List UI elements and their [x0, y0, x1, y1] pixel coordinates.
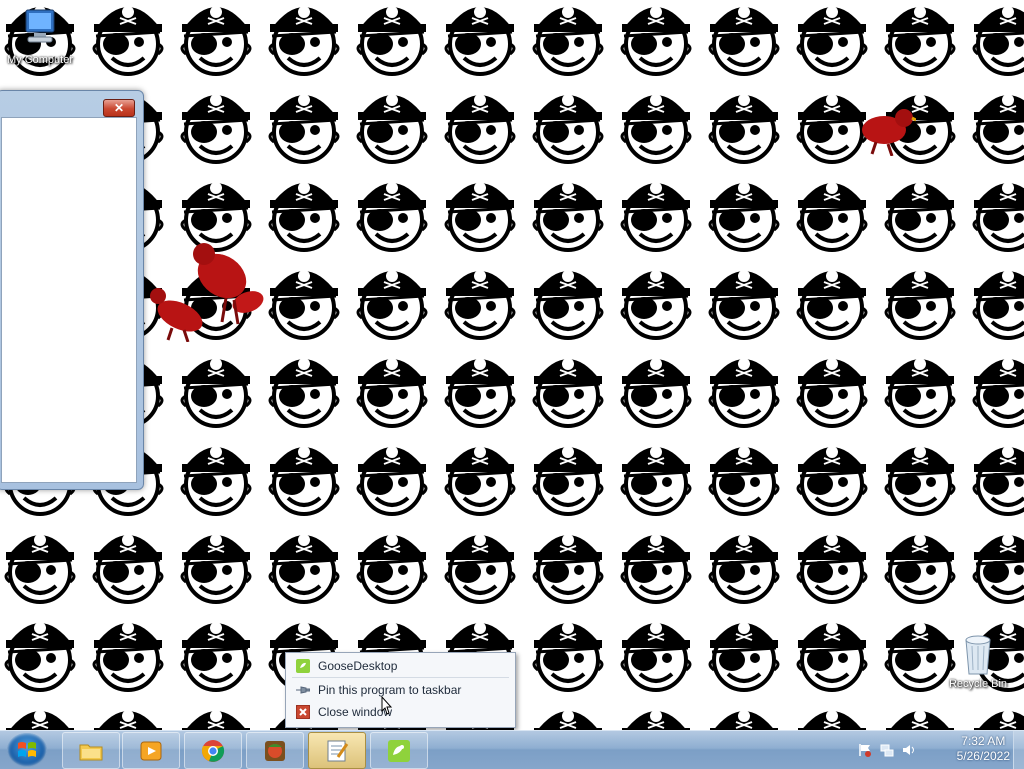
volume-icon[interactable] [902, 743, 916, 757]
jump-list-item-pin[interactable]: Pin this program to taskbar [292, 680, 507, 700]
desktop[interactable]: My Computer Recycle Bin ✕ GooseDesktop P… [0, 0, 1024, 730]
taskbar-button-media-player[interactable] [122, 732, 180, 769]
game-app-icon [263, 739, 287, 763]
clock-date: 5/26/2022 [956, 749, 1010, 763]
system-tray: 7:32 AM 5/26/2022 [854, 731, 1024, 769]
close-window-icon [295, 704, 311, 720]
taskbar-button-goose-desktop[interactable] [370, 732, 428, 769]
windows-start-orb-icon [17, 740, 37, 763]
goose-sprite[interactable] [858, 106, 917, 159]
taskbar-button-notepad[interactable] [308, 732, 366, 769]
notepad-app-icon [325, 739, 349, 763]
window-client-area[interactable] [1, 117, 137, 483]
start-button[interactable] [7, 733, 47, 767]
app-window[interactable]: ✕ [0, 90, 144, 490]
jump-list-item-label: GooseDesktop [318, 659, 398, 673]
chrome-icon [201, 739, 225, 763]
desktop-icon-recycle-bin[interactable]: Recycle Bin [940, 632, 1016, 690]
desktop-icon-label: My Computer [6, 54, 74, 66]
taskbar-clock[interactable]: 7:32 AM 5/26/2022 [957, 734, 1010, 764]
desktop-icon-label: Recycle Bin [948, 678, 1008, 690]
goose-app-icon [296, 659, 310, 673]
computer-icon [20, 6, 60, 52]
taskbar-jump-list: GooseDesktop Pin this program to taskbar… [285, 652, 516, 728]
taskbar: 7:32 AM 5/26/2022 [0, 730, 1024, 769]
media-player-icon [139, 739, 163, 763]
network-icon[interactable] [880, 743, 894, 757]
taskbar-button-game[interactable] [246, 732, 304, 769]
desktop-icon-my-computer[interactable]: My Computer [2, 6, 78, 66]
taskbar-button-chrome[interactable] [184, 732, 242, 769]
file-explorer-icon [79, 739, 103, 763]
show-desktop-button[interactable] [1013, 731, 1024, 769]
taskbar-button-explorer[interactable] [62, 732, 120, 769]
jump-list-item-close-window[interactable]: Close window [292, 702, 507, 722]
action-center-flag-icon[interactable] [858, 743, 872, 757]
window-close-button[interactable]: ✕ [103, 99, 135, 117]
pin-icon [296, 683, 311, 697]
clock-time: 7:32 AM [961, 734, 1006, 748]
recycle-bin-icon [960, 632, 996, 676]
goose-sprite[interactable] [146, 286, 210, 345]
jump-list-separator [292, 677, 509, 678]
goose-desktop-icon [387, 739, 411, 763]
jump-list-item-goosedesktop[interactable]: GooseDesktop [292, 656, 507, 676]
mouse-cursor-icon [379, 695, 393, 716]
